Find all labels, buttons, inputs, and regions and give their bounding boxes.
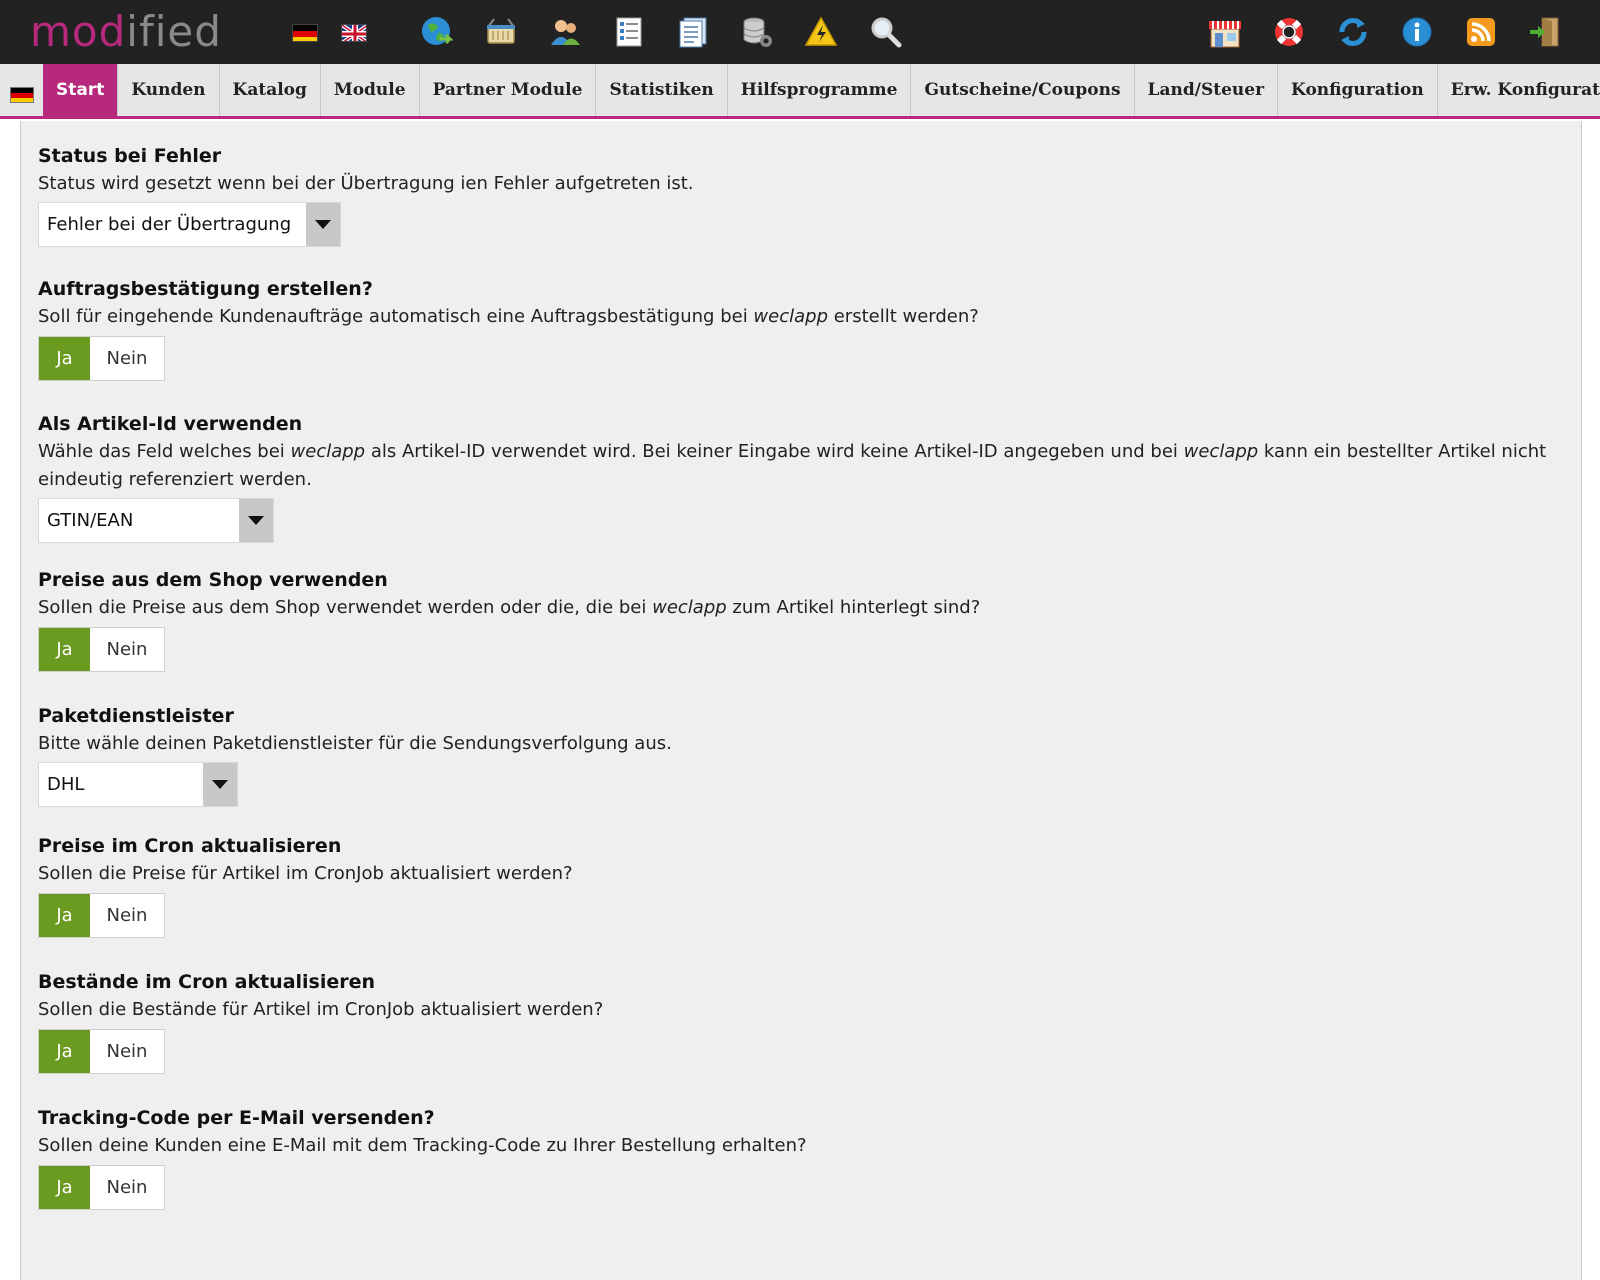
tracking-mail-toggle: Ja Nein [38, 1165, 165, 1210]
nav-tabs: Start Kunden Katalog Module Partner Modu… [43, 64, 1600, 116]
customers-icon[interactable] [547, 14, 583, 50]
tab-konfiguration[interactable]: Konfiguration [1278, 64, 1438, 116]
article-id-select[interactable]: GTIN/EAN [38, 498, 274, 543]
setting-description: Soll für eingehende Kundenaufträge autom… [38, 306, 979, 327]
status-error-select[interactable]: Fehler bei der Übertragung [38, 202, 341, 247]
info-icon[interactable] [1399, 14, 1435, 50]
globe-icon[interactable] [419, 14, 455, 50]
setting-description: Status wird gesetzt wenn bei der Übertra… [38, 173, 694, 194]
notes-icon[interactable] [675, 14, 711, 50]
chevron-down-icon[interactable] [203, 763, 237, 806]
flag-de-icon[interactable] [292, 24, 318, 42]
tab-kunden[interactable]: Kunden [118, 64, 220, 116]
top-bar: modified [0, 0, 1600, 64]
setting-title: Auftragsbestätigung erstellen? [38, 278, 373, 300]
setting-title: Status bei Fehler [38, 145, 222, 167]
tab-partner-module[interactable]: Partner Module [420, 64, 597, 116]
chevron-down-icon[interactable] [306, 203, 340, 246]
setting-status-error: Status bei Fehler Status wird gesetzt we… [38, 143, 1548, 247]
cron-prices-toggle: Ja Nein [38, 893, 165, 938]
setting-description: Wähle das Feld welches bei weclapp als A… [38, 441, 1547, 490]
database-settings-icon[interactable] [739, 14, 775, 50]
warning-icon[interactable] [803, 14, 839, 50]
cron-stock-toggle: Ja Nein [38, 1029, 165, 1074]
order-confirmation-toggle: Ja Nein [38, 336, 165, 381]
toggle-no[interactable]: Nein [90, 894, 164, 937]
list-icon[interactable] [611, 14, 647, 50]
main-nav: Start Kunden Katalog Module Partner Modu… [0, 64, 1600, 119]
setting-description: Sollen die Preise aus dem Shop verwendet… [38, 597, 981, 618]
tab-gutscheine-coupons[interactable]: Gutscheine/Coupons [911, 64, 1135, 116]
setting-title: Als Artikel-Id verwenden [38, 413, 303, 435]
flag-uk-icon[interactable] [341, 24, 367, 42]
setting-tracking-mail: Tracking-Code per E-Mail versenden? Soll… [38, 1105, 1548, 1210]
tab-start[interactable]: Start [43, 64, 119, 116]
search-icon[interactable] [867, 14, 903, 50]
setting-order-confirmation: Auftragsbestätigung erstellen? Soll für … [38, 276, 1548, 381]
toggle-no[interactable]: Nein [90, 337, 164, 380]
select-value: GTIN/EAN [47, 510, 134, 531]
tab-erw-konfiguration[interactable]: Erw. Konfiguration [1438, 64, 1600, 116]
setting-description: Sollen die Preise für Artikel im CronJob… [38, 863, 573, 884]
logo[interactable]: modified [30, 4, 222, 60]
lifebuoy-icon[interactable] [1271, 14, 1307, 50]
toggle-no[interactable]: Nein [90, 628, 164, 671]
toggle-yes[interactable]: Ja [39, 1030, 90, 1073]
setting-description: Sollen die Bestände für Artikel im CronJ… [38, 999, 604, 1020]
setting-cron-prices: Preise im Cron aktualisieren Sollen die … [38, 833, 1548, 938]
refresh-icon[interactable] [1335, 14, 1371, 50]
carrier-select[interactable]: DHL [38, 762, 238, 807]
shop-icon[interactable] [1207, 14, 1243, 50]
basket-icon[interactable] [483, 14, 519, 50]
toggle-yes[interactable]: Ja [39, 1166, 90, 1209]
toggle-yes[interactable]: Ja [39, 337, 90, 380]
settings-panel: Status bei Fehler Status wird gesetzt we… [20, 121, 1582, 1280]
setting-title: Paketdienstleister [38, 705, 234, 727]
toggle-no[interactable]: Nein [90, 1166, 164, 1209]
tab-statistiken[interactable]: Statistiken [596, 64, 728, 116]
select-value: DHL [47, 774, 85, 795]
setting-description: Bitte wähle deinen Paketdienstleister fü… [38, 733, 672, 754]
setting-cron-stock: Bestände im Cron aktualisieren Sollen di… [38, 969, 1548, 1074]
toggle-yes[interactable]: Ja [39, 894, 90, 937]
setting-article-id: Als Artikel-Id verwenden Wähle das Feld … [38, 411, 1548, 543]
logout-icon[interactable] [1527, 14, 1563, 50]
setting-carrier: Paketdienstleister Bitte wähle deinen Pa… [38, 703, 1548, 807]
tab-land-steuer[interactable]: Land/Steuer [1135, 64, 1279, 116]
setting-shop-prices: Preise aus dem Shop verwenden Sollen die… [38, 567, 1548, 672]
tab-hilfsprogramme[interactable]: Hilfsprogramme [728, 64, 912, 116]
setting-description: Sollen deine Kunden eine E-Mail mit dem … [38, 1135, 807, 1156]
setting-title: Tracking-Code per E-Mail versenden? [38, 1107, 435, 1129]
select-value: Fehler bei der Übertragung [47, 214, 292, 235]
tab-module[interactable]: Module [321, 64, 420, 116]
tab-katalog[interactable]: Katalog [220, 64, 321, 116]
chevron-down-icon[interactable] [239, 499, 273, 542]
toggle-yes[interactable]: Ja [39, 628, 90, 671]
setting-title: Bestände im Cron aktualisieren [38, 971, 376, 993]
setting-title: Preise im Cron aktualisieren [38, 835, 342, 857]
setting-title: Preise aus dem Shop verwenden [38, 569, 388, 591]
rss-icon[interactable] [1463, 14, 1499, 50]
flag-de-icon[interactable] [10, 87, 34, 103]
shop-prices-toggle: Ja Nein [38, 627, 165, 672]
toggle-no[interactable]: Nein [90, 1030, 164, 1073]
